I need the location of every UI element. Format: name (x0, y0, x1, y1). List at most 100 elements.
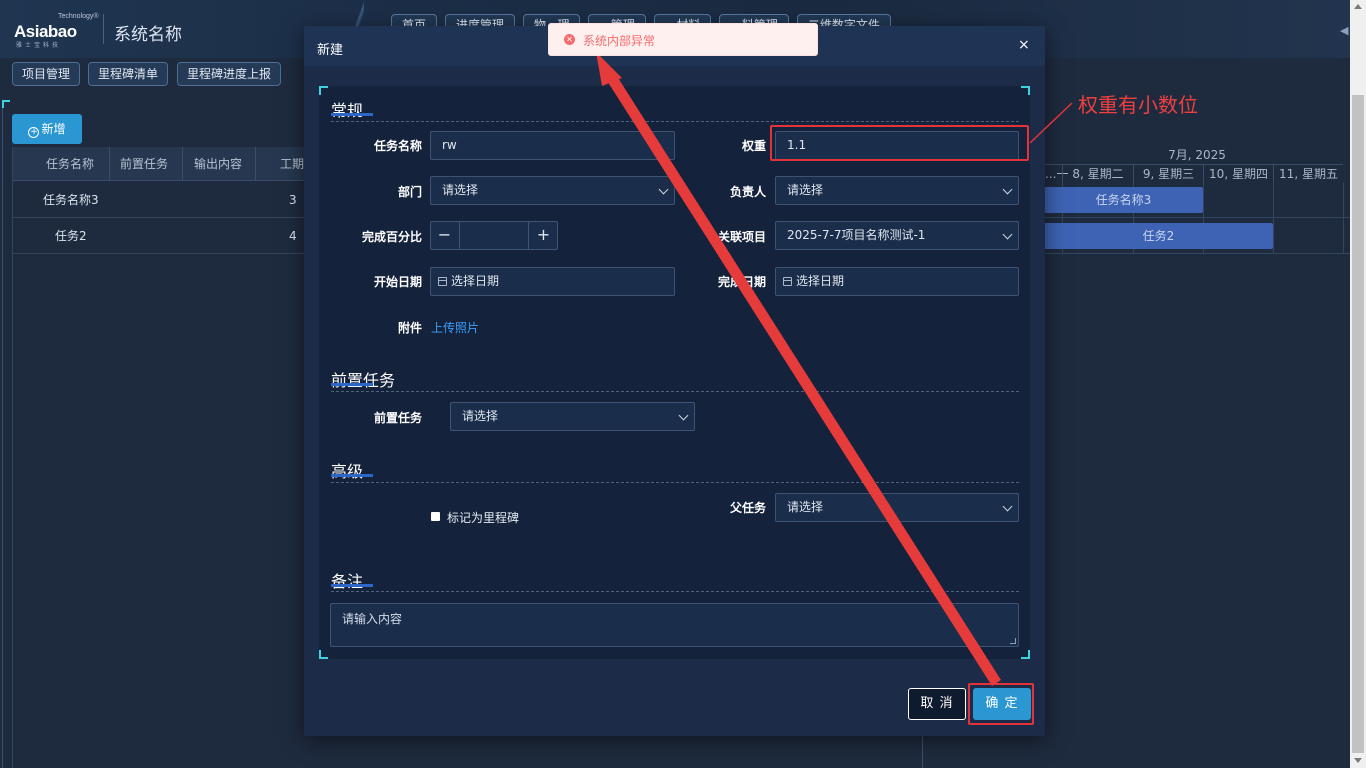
chevron-down-icon (678, 410, 689, 421)
add-task-button[interactable]: + 新增 (12, 114, 82, 144)
calendar-icon (438, 277, 447, 286)
scroll-down-icon[interactable] (1354, 758, 1362, 763)
start-date-label: 开始日期 (373, 275, 422, 289)
section-title-predecessor: 前置任务 (331, 371, 396, 390)
section-divider (331, 391, 1019, 392)
upload-photo-link[interactable]: 上传照片 (431, 319, 479, 336)
gantt-day-label: 8, 星期二 (1062, 164, 1133, 182)
dialog-form-area (319, 86, 1030, 659)
table-left-border (12, 147, 13, 768)
remarks-textarea[interactable]: 请输入内容 (330, 603, 1019, 647)
gantt-day-label: 9, 星期三 (1133, 164, 1203, 182)
error-toast: ✕ 系统内部异常 (548, 23, 818, 56)
owner-select[interactable]: 请选择 (775, 176, 1019, 205)
gantt-grid-line (1343, 182, 1344, 254)
dialog-title: 新建 (317, 43, 344, 58)
subnav-project-management[interactable]: 项目管理 (12, 62, 81, 86)
annotation-text: 权重有小数位 (1078, 93, 1198, 117)
gantt-day-label: 11, 星期五 (1273, 164, 1343, 182)
predecessor-select-value: 请选择 (462, 409, 499, 423)
section-underline (331, 474, 373, 477)
row-task-name: 任务名称3 (43, 193, 99, 207)
parent-task-select-value: 请选择 (787, 500, 824, 514)
subnav-milestone-report[interactable]: 里程碑进度上报 (177, 62, 282, 86)
add-button-label: 新增 (41, 122, 66, 136)
scrollbar-thumb[interactable] (1352, 95, 1364, 753)
resize-handle-icon[interactable] (1010, 638, 1016, 644)
department-select-value: 请选择 (442, 183, 479, 197)
section-divider (331, 482, 1019, 483)
column-divider (109, 147, 110, 181)
task-name-label: 任务名称 (373, 139, 422, 153)
subnav-milestone-list[interactable]: 里程碑清单 (88, 62, 169, 86)
percent-input[interactable] (459, 222, 529, 249)
task-name-input[interactable]: rw (430, 131, 675, 160)
section-underline (331, 383, 373, 386)
project-select[interactable]: 2025-7-7项目名称测试-1 (775, 221, 1019, 250)
table-row[interactable]: 任务2 4 (12, 218, 304, 254)
gantt-bar[interactable]: 任务名称3 (1044, 187, 1203, 213)
percent-stepper: − + (430, 221, 558, 250)
form-corner-decoration (319, 86, 328, 95)
calendar-icon (783, 277, 792, 286)
row-duration: 4 (289, 229, 297, 243)
column-output[interactable]: 输出内容 (194, 147, 242, 181)
parent-task-select[interactable]: 请选择 (775, 493, 1019, 522)
column-divider (255, 147, 256, 181)
department-label: 部门 (397, 185, 422, 199)
end-date-label: 完成日期 (717, 275, 766, 289)
column-task-name[interactable]: 任务名称 (46, 147, 94, 181)
predecessor-label: 前置任务 (373, 411, 422, 425)
column-duration[interactable]: 工期 (280, 147, 304, 181)
weight-highlight-box (770, 125, 1029, 161)
predecessor-select[interactable]: 请选择 (450, 402, 695, 431)
logo-tech-text: Technology® (58, 13, 99, 20)
cancel-button[interactable]: 取 消 (908, 688, 966, 720)
milestone-checkbox[interactable] (431, 512, 440, 521)
row-task-name: 任务2 (55, 229, 87, 243)
close-icon[interactable]: × (1018, 37, 1030, 53)
logo-divider (103, 14, 104, 44)
gantt-day-label: ...一 (1044, 164, 1068, 182)
column-divider (182, 147, 183, 181)
start-date-picker[interactable]: 选择日期 (430, 267, 675, 296)
form-corner-decoration (319, 650, 328, 659)
section-divider (331, 591, 1019, 592)
project-label: 关联项目 (717, 230, 766, 244)
header-arrow-icon[interactable]: ◀ (1340, 24, 1350, 38)
start-date-value: 选择日期 (451, 274, 500, 288)
plus-icon[interactable]: + (530, 222, 557, 249)
chevron-down-icon (1002, 501, 1013, 512)
company-logo[interactable]: Technology® Asiabao 雅士宝科技 (12, 12, 99, 49)
section-title-remarks: 备注 (331, 572, 364, 591)
project-select-value: 2025-7-7项目名称测试-1 (787, 228, 926, 242)
end-date-picker[interactable]: 选择日期 (775, 267, 1019, 296)
scroll-up-icon[interactable] (1354, 4, 1362, 9)
remarks-placeholder: 请输入内容 (342, 612, 403, 626)
gantt-grid-line (1273, 182, 1274, 254)
chevron-down-icon (658, 184, 669, 195)
parent-task-label: 父任务 (729, 501, 766, 515)
attachment-label: 附件 (397, 321, 422, 335)
owner-select-value: 请选择 (787, 183, 824, 197)
chevron-down-icon (1002, 229, 1013, 240)
gantt-bar[interactable]: 任务2 (1044, 223, 1273, 249)
chevron-down-icon (1002, 184, 1013, 195)
column-predecessor[interactable]: 前置任务 (120, 147, 168, 181)
gantt-month-label: 7月, 2025 (1168, 148, 1226, 162)
toast-message: 系统内部异常 (583, 34, 656, 48)
panel-corner-decoration (2, 100, 10, 108)
milestone-checkbox-label[interactable]: 标记为里程碑 (447, 509, 519, 526)
section-divider (331, 121, 1019, 122)
system-name: 系统名称 (114, 25, 182, 45)
confirm-highlight-box (968, 683, 1034, 725)
row-duration: 3 (289, 193, 297, 207)
department-select[interactable]: 请选择 (430, 176, 675, 205)
minus-icon[interactable]: − (431, 222, 458, 249)
table-row[interactable]: 任务名称3 3 (12, 182, 304, 218)
percent-label: 完成百分比 (361, 230, 422, 244)
end-date-value: 选择日期 (796, 274, 845, 288)
section-underline (331, 584, 373, 587)
task-table-header: 任务名称 前置任务 输出内容 工期 (12, 147, 304, 181)
form-corner-decoration (1021, 650, 1030, 659)
